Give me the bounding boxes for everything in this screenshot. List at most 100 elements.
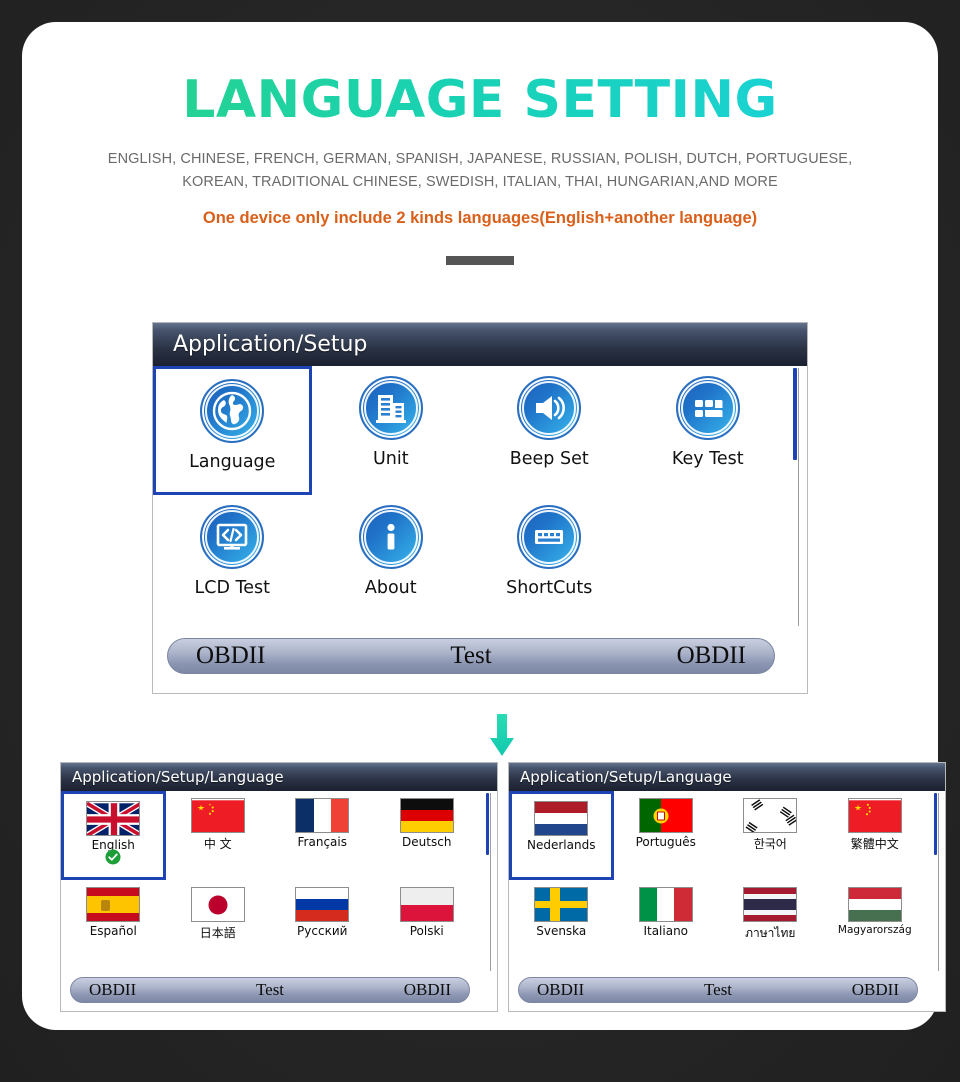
flag-italy bbox=[638, 887, 693, 922]
setup-item-label: ShortCuts bbox=[506, 578, 593, 598]
language-item-label: Français bbox=[297, 835, 347, 849]
flag-sweden bbox=[534, 887, 589, 922]
setup-screen: Application/Setup Language Unit Beep Set… bbox=[152, 322, 808, 694]
status-right[interactable]: OBDII bbox=[852, 980, 899, 1000]
language-item-japanese[interactable]: 日本語 bbox=[166, 880, 271, 969]
flag-uk bbox=[86, 801, 141, 836]
language-item-label: 日本語 bbox=[199, 926, 236, 940]
language-item-label: Русский bbox=[297, 924, 348, 938]
setup-screen-body: Language Unit Beep Set Key Test LCD Test… bbox=[153, 366, 807, 693]
flag-russia bbox=[295, 887, 350, 922]
language-left-body: English 中 文 Français Deutsch Español 日本語… bbox=[61, 791, 497, 1011]
language-item-spanish[interactable]: Español bbox=[61, 880, 166, 969]
setup-item-beep-set[interactable]: Beep Set bbox=[470, 366, 629, 495]
language-item-portuguese[interactable]: Português bbox=[614, 791, 719, 880]
language-item-hungarian[interactable]: Magyarország bbox=[823, 880, 928, 969]
language-item-dutch[interactable]: Nederlands bbox=[509, 791, 614, 880]
language-right-grid: Nederlands Português 한국어 繁體中文 Svenska It… bbox=[509, 791, 927, 969]
flag-china bbox=[190, 798, 245, 833]
flag-japan bbox=[190, 887, 245, 922]
language-item-label: Polski bbox=[409, 924, 444, 938]
language-item-label: Svenska bbox=[536, 924, 587, 938]
language-left-status-bar: OBDII Test OBDII bbox=[70, 977, 470, 1003]
language-item-italian[interactable]: Italiano bbox=[614, 880, 719, 969]
setup-scrollbar-track[interactable] bbox=[798, 368, 799, 626]
language-item-korean[interactable]: 한국어 bbox=[718, 791, 823, 880]
language-item-label: 中 文 bbox=[203, 837, 232, 851]
flag-poland bbox=[399, 887, 454, 922]
flag-spain bbox=[86, 887, 141, 922]
status-right[interactable]: OBDII bbox=[677, 642, 746, 670]
language-item-chinese[interactable]: 中 文 bbox=[166, 791, 271, 880]
flag-netherlands bbox=[534, 801, 589, 836]
setup-item-shortcuts[interactable]: ShortCuts bbox=[470, 495, 629, 624]
language-item-label: Magyarország bbox=[837, 924, 912, 936]
language-left-grid: English 中 文 Français Deutsch Español 日本語… bbox=[61, 791, 479, 969]
language-right-breadcrumb: Application/Setup/Language bbox=[509, 763, 945, 791]
language-item-label: 繁體中文 bbox=[850, 837, 899, 851]
down-arrow-icon bbox=[488, 714, 516, 758]
keyboard-icon bbox=[517, 505, 582, 569]
language-left-scrollbar-thumb[interactable] bbox=[486, 793, 489, 855]
flag-portugal bbox=[638, 798, 693, 833]
setup-grid-empty-cell bbox=[629, 495, 788, 624]
setup-item-unit[interactable]: Unit bbox=[312, 366, 471, 495]
setup-item-language[interactable]: Language bbox=[153, 366, 312, 495]
flag-germany bbox=[399, 798, 454, 833]
language-right-scrollbar-track[interactable] bbox=[938, 793, 939, 971]
setup-status-bar: OBDII Test OBDII bbox=[167, 638, 775, 674]
supported-languages-line-2: KOREAN, TRADITIONAL CHINESE, SWEDISH, IT… bbox=[182, 174, 778, 191]
language-item-swedish[interactable]: Svenska bbox=[509, 880, 614, 969]
language-item-traditional-chinese[interactable]: 繁體中文 bbox=[823, 791, 928, 880]
flag-korea bbox=[743, 798, 798, 833]
flag-china bbox=[847, 798, 902, 833]
setup-item-label: Beep Set bbox=[509, 449, 589, 469]
globe-icon bbox=[200, 379, 265, 443]
status-left[interactable]: OBDII bbox=[89, 980, 136, 1000]
flag-hungary bbox=[847, 887, 902, 922]
setup-icon-grid: Language Unit Beep Set Key Test LCD Test… bbox=[153, 366, 787, 624]
device-language-note: One device only include 2 kinds language… bbox=[202, 208, 758, 227]
language-item-label: Português bbox=[635, 835, 696, 849]
language-item-label: Italiano bbox=[643, 924, 689, 938]
language-item-french[interactable]: Français bbox=[270, 791, 375, 880]
supported-languages-text: ENGLISH, CHINESE, FRENCH, GERMAN, SPANIS… bbox=[22, 148, 938, 195]
flag-france bbox=[295, 798, 350, 833]
language-left-scrollbar-track[interactable] bbox=[490, 793, 491, 971]
language-right-scrollbar-thumb[interactable] bbox=[934, 793, 937, 855]
setup-scrollbar-thumb[interactable] bbox=[793, 368, 797, 460]
language-item-thai[interactable]: ภาษาไทย bbox=[718, 880, 823, 969]
supported-languages-line-1: ENGLISH, CHINESE, FRENCH, GERMAN, SPANIS… bbox=[107, 151, 853, 167]
setup-item-label: Unit bbox=[372, 449, 409, 469]
setup-item-lcd-test[interactable]: LCD Test bbox=[153, 495, 312, 624]
status-left[interactable]: OBDII bbox=[537, 980, 584, 1000]
language-item-english[interactable]: English bbox=[61, 791, 166, 880]
language-item-label: ภาษาไทย bbox=[745, 926, 796, 940]
monitor-code-icon bbox=[200, 505, 265, 569]
language-item-polish[interactable]: Polski bbox=[375, 880, 480, 969]
language-right-body: Nederlands Português 한국어 繁體中文 Svenska It… bbox=[509, 791, 945, 1011]
section-divider bbox=[446, 255, 514, 265]
setup-breadcrumb: Application/Setup bbox=[153, 323, 807, 366]
building-icon bbox=[358, 376, 423, 440]
status-left[interactable]: OBDII bbox=[196, 642, 265, 670]
status-right[interactable]: OBDII bbox=[404, 980, 451, 1000]
speaker-icon bbox=[517, 376, 582, 440]
language-screen-right: Application/Setup/Language Nederlands Po… bbox=[508, 762, 946, 1012]
setup-item-label: LCD Test bbox=[194, 578, 270, 598]
language-item-label: Nederlands bbox=[527, 838, 596, 852]
language-item-russian[interactable]: Русский bbox=[270, 880, 375, 969]
keypad-icon bbox=[675, 376, 740, 440]
selected-check-icon bbox=[105, 849, 121, 865]
page-title: LANGUAGE SETTING bbox=[22, 70, 938, 130]
language-left-breadcrumb: Application/Setup/Language bbox=[61, 763, 497, 791]
language-right-status-bar: OBDII Test OBDII bbox=[518, 977, 918, 1003]
content-card: LANGUAGE SETTING ENGLISH, CHINESE, FRENC… bbox=[22, 22, 946, 1030]
setup-item-about[interactable]: About bbox=[312, 495, 471, 624]
language-item-label: Deutsch bbox=[402, 835, 452, 849]
setup-item-key-test[interactable]: Key Test bbox=[629, 366, 788, 495]
language-item-german[interactable]: Deutsch bbox=[375, 791, 480, 880]
language-screen-left: Application/Setup/Language English 中 文 F… bbox=[60, 762, 498, 1012]
setup-item-label: Key Test bbox=[671, 449, 744, 469]
language-item-label: Español bbox=[89, 924, 137, 938]
